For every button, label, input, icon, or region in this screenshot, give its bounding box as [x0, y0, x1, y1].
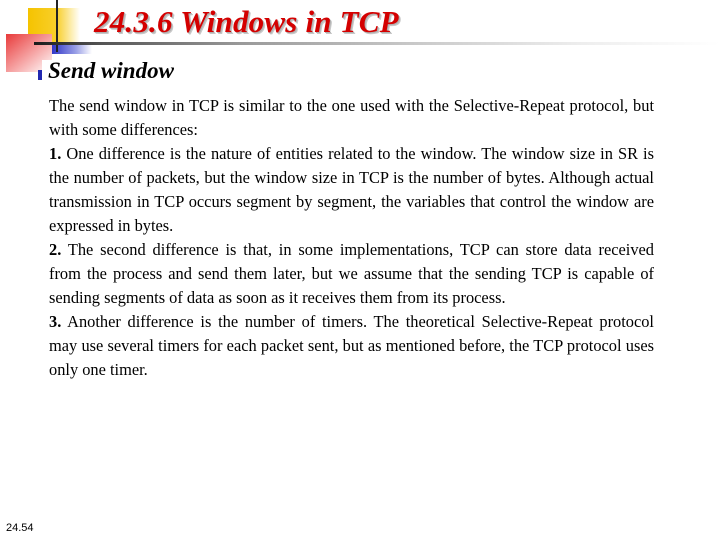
point-1-number: 1.: [49, 144, 62, 163]
point-3-text: Another difference is the number of time…: [49, 312, 654, 379]
intro-paragraph: The send window in TCP is similar to the…: [49, 94, 654, 142]
page-number: 24.54: [6, 522, 34, 534]
body-text: The send window in TCP is similar to the…: [49, 94, 654, 382]
point-2-number: 2.: [49, 240, 62, 259]
intro-text: The send window in TCP is similar to the…: [49, 96, 654, 139]
point-1: 1. One difference is the nature of entit…: [49, 142, 654, 238]
decoration-horizontal-rule: [34, 42, 720, 45]
bullet-marker-icon: [38, 70, 42, 80]
point-3: 3. Another difference is the number of t…: [49, 310, 654, 382]
point-3-number: 3.: [49, 312, 62, 331]
decoration-blue-bar: [52, 44, 92, 54]
section-heading: Send window: [48, 58, 174, 83]
point-2-text: The second difference is that, in some i…: [49, 240, 654, 307]
point-2: 2. The second difference is that, in som…: [49, 238, 654, 310]
point-1-text: One difference is the nature of entities…: [49, 144, 654, 235]
slide-title: 24.3.6 Windows in TCP: [94, 4, 399, 39]
